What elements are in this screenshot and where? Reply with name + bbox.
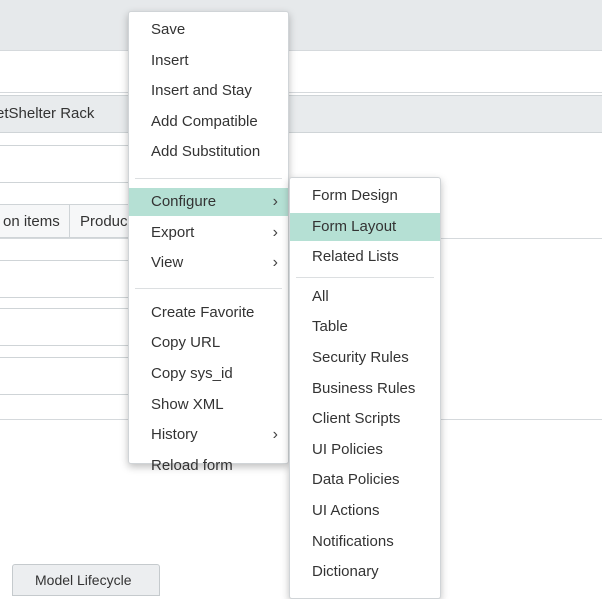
submenu-item-related-lists[interactable]: Related Lists	[290, 243, 440, 271]
menu-item-create-favorite[interactable]: Create Favorite	[129, 299, 288, 327]
menu-item-label: All	[312, 287, 329, 305]
section-header: etShelter Rack	[0, 95, 602, 133]
form-field[interactable]	[0, 260, 131, 298]
menu-item-export[interactable]: Export ›	[129, 219, 288, 247]
menu-item-label: Data Policies	[312, 471, 400, 489]
configure-submenu: Form Design Form Layout Related Lists All Ta…	[289, 177, 441, 599]
form-field[interactable]	[0, 145, 131, 183]
menu-item-label: Notifications	[312, 532, 394, 550]
menu-item-label: Show XML	[151, 395, 224, 413]
submenu-item-ui-actions[interactable]: UI Actions	[290, 497, 440, 525]
menu-item-insert-and-stay[interactable]: Insert and Stay	[129, 77, 288, 105]
submenu-item-notifications[interactable]: Notifications	[290, 528, 440, 556]
menu-item-label: Security Rules	[312, 349, 409, 366]
menu-item-label: Create Favorite	[151, 303, 255, 321]
menu-item-add-substitution[interactable]: Add Substitution	[129, 138, 288, 166]
section-header-title: etShelter Rack	[0, 105, 95, 122]
menu-item-save[interactable]: Save	[129, 16, 288, 44]
menu-item-label: UI Policies	[312, 440, 383, 458]
tab-model-lifecycle[interactable]: Model Lifecycle	[12, 564, 160, 596]
tab-items[interactable]: on items	[0, 204, 70, 238]
submenu-item-ui-policies[interactable]: UI Policies	[290, 436, 440, 464]
menu-separator	[135, 288, 282, 290]
menu-item-label: Business Rules	[312, 379, 416, 397]
chevron-right-icon: ›	[272, 223, 278, 241]
menu-separator	[135, 177, 282, 179]
menu-item-label: UI Actions	[312, 502, 380, 519]
submenu-item-dictionary[interactable]: Dictionary	[290, 558, 440, 586]
form-field[interactable]	[0, 308, 131, 346]
menu-item-view[interactable]: View ›	[129, 249, 288, 277]
menu-item-label: Client Scripts	[312, 410, 401, 428]
submenu-item-form-design[interactable]: Form Design	[290, 182, 440, 210]
menu-item-label: Add Compatible	[151, 112, 258, 130]
menu-item-configure[interactable]: Configure ›	[129, 188, 288, 216]
menu-item-label: Copy sys_id	[151, 365, 233, 382]
submenu-item-client-scripts[interactable]: Client Scripts	[290, 405, 440, 433]
submenu-item-data-policies[interactable]: Data Policies	[290, 466, 440, 494]
submenu-item-form-layout[interactable]: Form Layout	[290, 212, 440, 241]
menu-item-label: Dictionary	[312, 563, 379, 581]
menu-item-label: Save	[151, 21, 186, 38]
menu-item-label: Form Design	[312, 187, 398, 204]
menu-item-label: History	[151, 426, 198, 444]
menu-separator	[296, 277, 434, 279]
menu-item-label: Related Lists	[312, 248, 399, 266]
menu-item-insert[interactable]: Insert	[129, 47, 288, 75]
menu-item-label: Add Substitution	[151, 143, 261, 161]
chevron-right-icon: ›	[272, 426, 278, 444]
menu-item-label: Insert	[151, 51, 189, 69]
menu-item-label: Table	[312, 318, 348, 336]
top-header-bar	[0, 0, 602, 51]
submenu-item-security-rules[interactable]: Security Rules	[290, 344, 440, 372]
menu-item-copy-sys-id[interactable]: Copy sys_id	[129, 360, 288, 388]
menu-item-label: View	[151, 254, 184, 272]
context-menu: Save Insert Insert and Stay Add Compatible A…	[128, 11, 289, 474]
menu-item-label: Insert and Stay	[151, 82, 252, 100]
form-field[interactable]	[0, 357, 131, 395]
submenu-item-table[interactable]: Table	[290, 313, 440, 341]
divider	[0, 92, 602, 93]
menu-item-label: Configure	[151, 193, 217, 210]
menu-item-show-xml[interactable]: Show XML	[129, 391, 288, 419]
menu-item-label: Form Layout	[312, 217, 397, 235]
submenu-item-all[interactable]: All	[290, 283, 440, 311]
menu-item-copy-url[interactable]: Copy URL	[129, 329, 288, 357]
menu-item-label: Copy URL	[151, 334, 221, 352]
menu-item-add-compatible[interactable]: Add Compatible	[129, 108, 288, 136]
menu-item-label: Reload form	[151, 456, 233, 474]
menu-item-history[interactable]: History ›	[129, 421, 288, 449]
menu-item-label: Export	[151, 223, 195, 241]
chevron-right-icon: ›	[272, 193, 278, 210]
menu-item-reload-form[interactable]: Reload form	[129, 452, 288, 480]
submenu-item-business-rules[interactable]: Business Rules	[290, 375, 440, 403]
chevron-right-icon: ›	[272, 254, 278, 272]
